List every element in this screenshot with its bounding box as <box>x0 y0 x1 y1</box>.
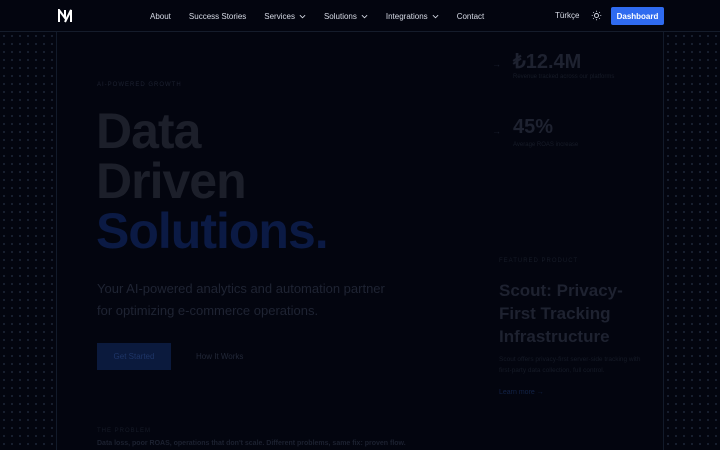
nav-success-stories[interactable]: Success Stories <box>189 12 246 21</box>
dashboard-button[interactable]: Dashboard <box>611 7 664 25</box>
problem-eyebrow: THE PROBLEM <box>97 428 152 434</box>
nav-solutions-label: Solutions <box>323 11 357 21</box>
arrow-right-icon: → <box>492 59 501 69</box>
logo-icon[interactable] <box>58 9 72 23</box>
scout-tag: FEATURED PRODUCT <box>499 258 579 264</box>
nav-solutions[interactable]: Solutions <box>324 12 368 21</box>
language-switch[interactable]: Türkçe <box>555 11 579 20</box>
nav-links: About Success Stories Services Solutions… <box>150 0 502 32</box>
nav-services[interactable]: Services <box>264 12 306 21</box>
nav-about-label: About <box>150 11 171 21</box>
stat-value: ₺12.4M <box>513 51 582 73</box>
nav-success-stories-label: Success Stories <box>188 11 247 21</box>
chevron-down-icon <box>299 14 306 18</box>
hero-title: Data Driven Solutions. <box>96 103 329 259</box>
hero-title-line1: Data <box>96 103 201 159</box>
chevron-down-icon <box>432 14 439 18</box>
problem-text: Data loss, poor ROAS, operations that do… <box>97 440 406 447</box>
stat-label: Average ROAS increase <box>513 142 579 148</box>
scout-description: Scout offers privacy-first server-side t… <box>499 356 641 374</box>
hero-title-line3: Solutions. <box>96 203 329 259</box>
chevron-down-icon <box>361 14 368 18</box>
hero-eyebrow: AI-POWERED GROWTH <box>97 82 182 88</box>
hero-subtitle: Your AI-powered analytics and automation… <box>97 281 385 318</box>
stat-value: 45% <box>513 116 554 138</box>
hero-title-line2: Driven <box>96 153 247 209</box>
grid-line <box>56 32 57 450</box>
grid-line <box>663 32 664 450</box>
nav-about[interactable]: About <box>150 12 171 21</box>
nav-integrations[interactable]: Integrations <box>386 12 439 21</box>
arrow-right-icon: → <box>492 126 501 136</box>
nav-integrations-label: Integrations <box>385 11 428 21</box>
sun-icon[interactable] <box>591 10 602 21</box>
how-it-works-link[interactable]: How It Works <box>196 352 243 361</box>
nav-contact-label: Contact <box>456 11 485 21</box>
nav-services-label: Services <box>264 11 295 21</box>
dot-pattern-left <box>0 32 56 450</box>
scout-title: Scout: Privacy-First Tracking Infrastruc… <box>499 281 623 346</box>
dot-pattern-right <box>664 32 720 450</box>
nav-contact[interactable]: Contact <box>457 12 485 21</box>
scout-learn-more-link[interactable]: Learn more → <box>499 389 544 396</box>
top-nav: About Success Stories Services Solutions… <box>0 0 720 32</box>
stat-label: Revenue tracked across our platforms <box>513 74 615 80</box>
get-started-button[interactable]: Get Started <box>97 343 171 370</box>
